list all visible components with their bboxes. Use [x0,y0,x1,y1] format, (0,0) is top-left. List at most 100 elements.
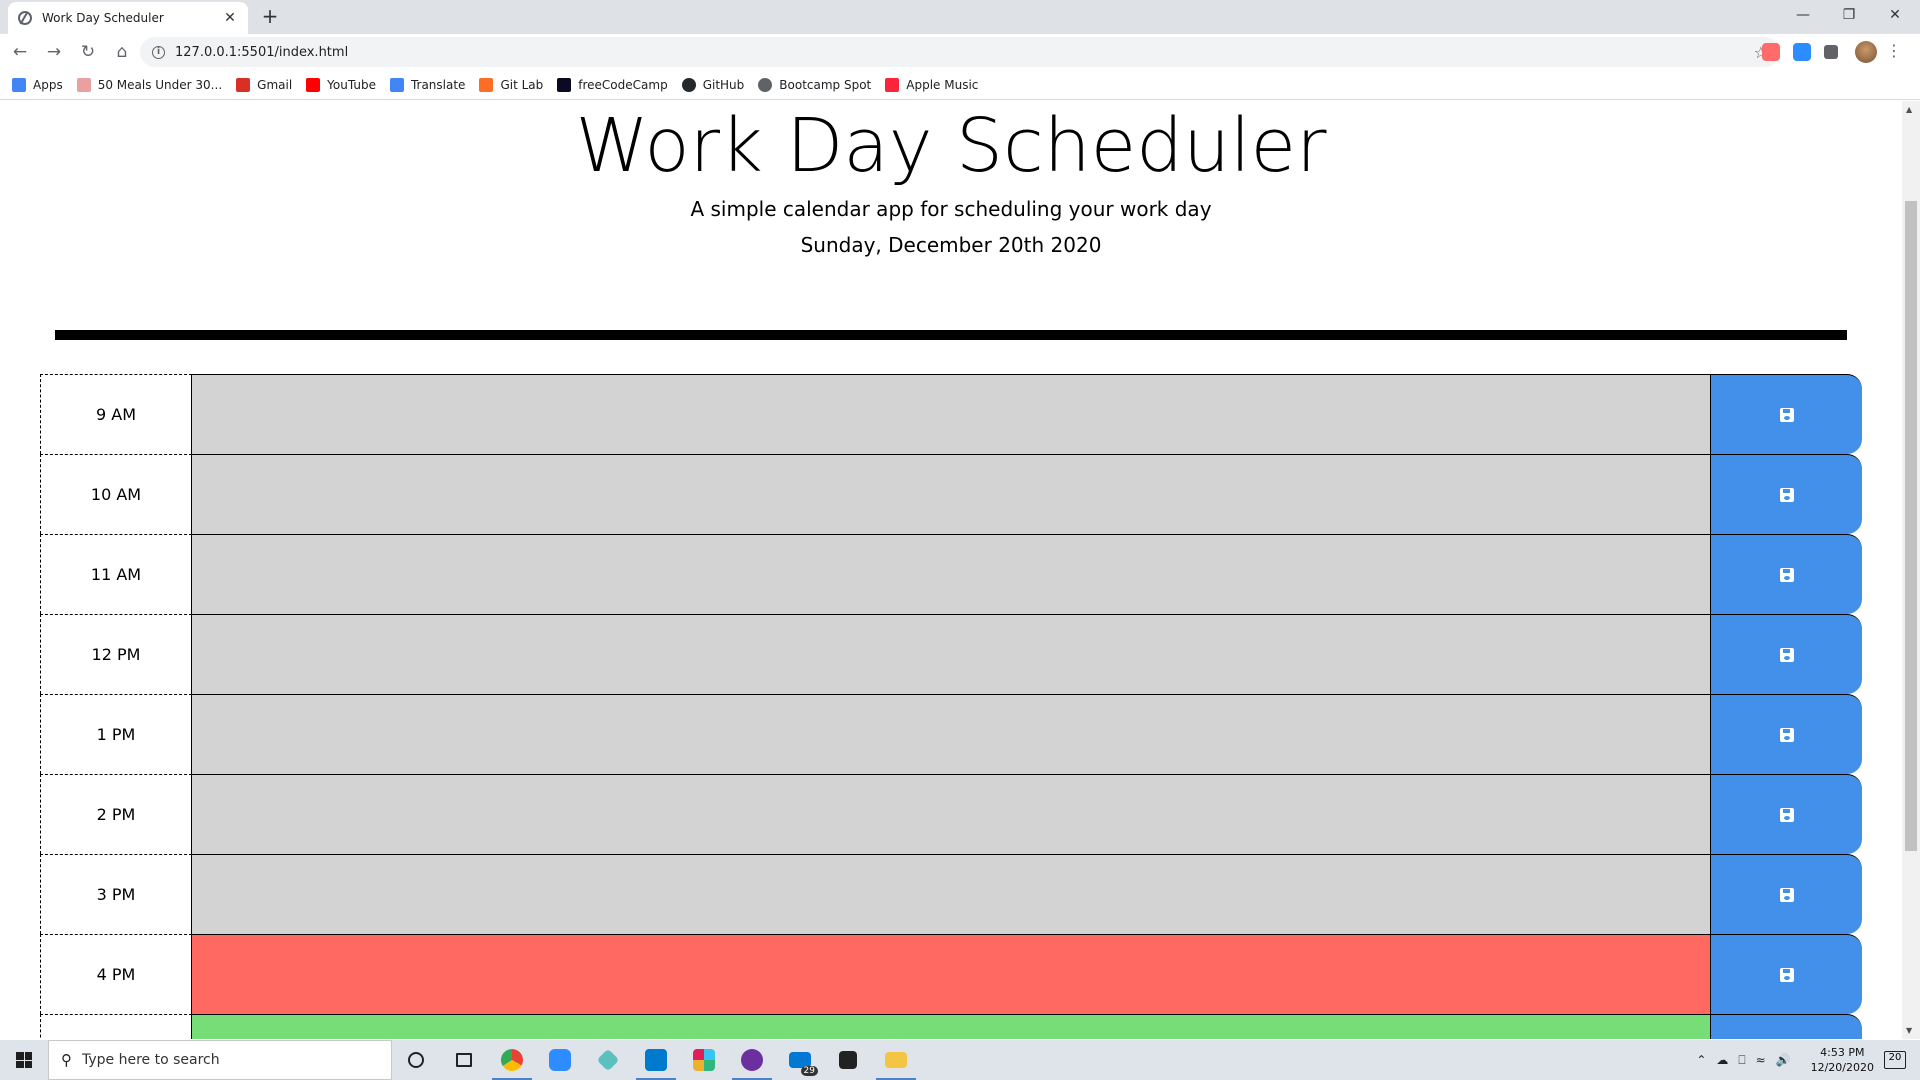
minimize-icon[interactable]: — [1780,0,1826,30]
scroll-up-icon[interactable]: ▲ [1906,105,1912,114]
extensions-puzzle-icon[interactable] [1824,45,1838,59]
extension-cast-icon[interactable] [1762,43,1780,61]
save-button[interactable] [1710,694,1862,774]
address-bar[interactable]: i 127.0.0.1:5501/index.html ☆ [140,37,1780,67]
bookmark-meals[interactable]: 50 Meals Under 30... [76,77,223,92]
site-info-icon[interactable]: i [152,45,165,59]
vscode-taskbar-icon[interactable] [632,1040,680,1080]
save-button[interactable] [1710,1014,1862,1039]
bookmark-gmail[interactable]: Gmail [236,77,292,92]
bookmark-label: Translate [410,77,466,92]
save-disk-icon [1779,567,1794,582]
start-button[interactable] [0,1040,48,1080]
save-button[interactable] [1710,534,1862,614]
bookmark-label: Apple Music [906,77,979,92]
wifi-icon[interactable]: ≈ [1756,1053,1766,1067]
bookmark-github[interactable]: GitHub [681,77,744,92]
event-description-present[interactable] [192,934,1710,1014]
bookmark-apps[interactable]: Apps [12,77,63,92]
hour-label: 11 AM [40,534,192,614]
volume-icon[interactable]: 🔊 [1776,1053,1791,1067]
timeblock-row: 9 AM [40,374,1862,454]
reload-icon[interactable]: ↻ [74,38,102,66]
bookmark-translate[interactable]: Translate [389,77,466,92]
cortana-icon[interactable] [392,1040,440,1080]
onedrive-icon[interactable]: ☁ [1716,1053,1728,1067]
notifications-icon[interactable]: 20 [1884,1051,1906,1069]
bookmark-apple-music[interactable]: Apple Music [885,77,979,92]
search-placeholder: Type here to search [82,1052,220,1068]
timeblock-row: 1 PM [40,694,1862,774]
timeblock-row: 2 PM [40,774,1862,854]
jumbotron: Work Day Scheduler A simple calendar app… [0,103,1902,257]
bookmark-label: 50 Meals Under 30... [97,77,223,92]
close-tab-icon[interactable]: ✕ [222,10,238,26]
profile-avatar[interactable] [1855,41,1877,63]
scroll-down-icon[interactable]: ▼ [1906,1026,1912,1035]
store-taskbar-icon[interactable] [824,1040,872,1080]
taskbar-search[interactable]: ⚲ Type here to search [48,1040,392,1080]
taskbar-clock[interactable]: 4:53 PM 12/20/2020 [1811,1045,1874,1075]
home-icon[interactable]: ⌂ [108,38,136,66]
bookmark-youtube[interactable]: YouTube [306,77,376,92]
app-purple-taskbar-icon[interactable] [728,1040,776,1080]
save-button[interactable] [1710,374,1862,454]
event-description-future[interactable] [192,1014,1710,1039]
page-scrollbar[interactable]: ▲ ▼ [1902,101,1920,1039]
timeblock-row: 10 AM [40,454,1862,534]
gitlab-icon [479,77,494,92]
save-disk-icon [1779,887,1794,902]
bookmark-bootcamp-spot[interactable]: Bootcamp Spot [758,77,872,92]
youtube-icon [306,77,321,92]
bookmark-label: Bootcamp Spot [779,77,872,92]
event-description-past[interactable] [192,454,1710,534]
save-button[interactable] [1710,854,1862,934]
zoom-extension-icon[interactable] [1793,43,1811,61]
timeblock-row: 3 PM [40,854,1862,934]
timeblock-row: 4 PM [40,934,1862,1014]
mail-taskbar-icon[interactable]: 29 [776,1040,824,1080]
save-button[interactable] [1710,774,1862,854]
mail-badge: 29 [800,1066,818,1076]
event-description-past[interactable] [192,774,1710,854]
file-explorer-taskbar-icon[interactable] [872,1040,920,1080]
hour-label: 12 PM [40,614,192,694]
tab-work-day-scheduler[interactable]: Work Day Scheduler ✕ [8,2,248,34]
header-divider [55,330,1847,340]
bookmark-freecodecamp[interactable]: freeCodeCamp [557,77,668,92]
translate-icon [389,77,404,92]
zoom-taskbar-icon[interactable] [536,1040,584,1080]
save-disk-icon [1779,807,1794,822]
event-description-past[interactable] [192,854,1710,934]
task-view-icon[interactable] [440,1040,488,1080]
forward-arrow-icon[interactable]: → [40,38,68,66]
page-title: Work Day Scheduler [575,103,1327,189]
save-disk-icon [1779,487,1794,502]
event-description-past[interactable] [192,374,1710,454]
windows-logo-icon [16,1052,32,1068]
apps-grid-icon [12,77,26,92]
event-description-past[interactable] [192,694,1710,774]
close-window-icon[interactable]: ✕ [1872,0,1918,30]
tab-strip: Work Day Scheduler ✕ + — ❐ ✕ [0,0,1920,34]
save-button[interactable] [1710,454,1862,534]
hour-label: 10 AM [40,454,192,534]
menu-kebab-icon[interactable]: ⋮ [1886,41,1902,60]
save-button[interactable] [1710,934,1862,1014]
chevron-up-icon[interactable]: ⌃ [1696,1053,1706,1067]
device-icon[interactable]: ⎕ [1738,1053,1745,1068]
globe-icon [758,77,773,92]
event-description-past[interactable] [192,614,1710,694]
gitkraken-taskbar-icon[interactable] [584,1040,632,1080]
event-description-past[interactable] [192,534,1710,614]
slack-taskbar-icon[interactable] [680,1040,728,1080]
bookmark-gitlab[interactable]: Git Lab [479,77,543,92]
save-button[interactable] [1710,614,1862,694]
back-arrow-icon[interactable]: ← [6,38,34,66]
scroll-thumb[interactable] [1905,201,1917,851]
restore-icon[interactable]: ❐ [1826,0,1872,30]
url-text[interactable]: 127.0.0.1:5501/index.html [175,45,1754,60]
timeblock-container: 9 AM 10 AM 11 AM 12 PM 1 PM 2 PM 3 PM 4 PM [40,374,1862,1039]
chrome-taskbar-icon[interactable] [488,1040,536,1080]
new-tab-button[interactable]: + [258,4,282,28]
